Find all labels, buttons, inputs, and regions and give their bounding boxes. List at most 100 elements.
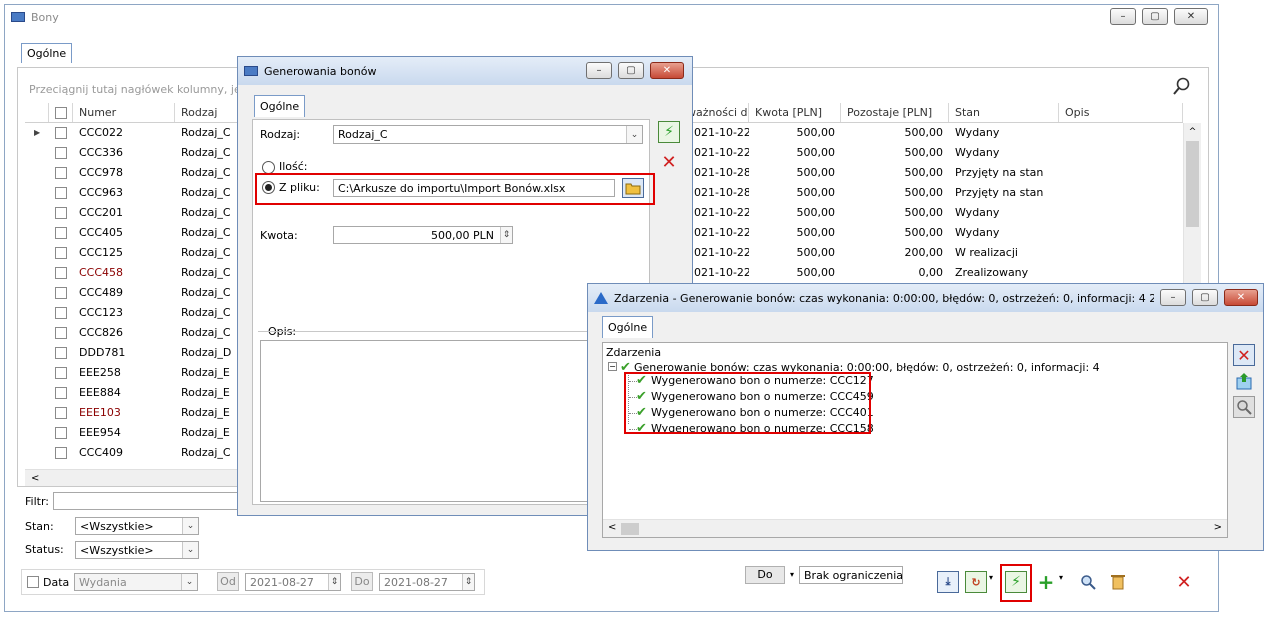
row-checkbox-cell[interactable] xyxy=(49,163,73,183)
minimize-button[interactable]: – xyxy=(1160,289,1186,306)
row-checkbox-cell[interactable] xyxy=(49,343,73,363)
od-date[interactable]: 2021-08-27 ⇕ xyxy=(245,573,341,591)
search-icon[interactable] xyxy=(1077,571,1099,593)
row-checkbox-cell[interactable] xyxy=(49,443,73,463)
export-icon[interactable] xyxy=(1233,370,1255,392)
opis-textarea[interactable] xyxy=(260,340,642,502)
row-checkbox-cell[interactable] xyxy=(49,363,73,383)
chevron-down-icon[interactable]: ⌄ xyxy=(182,542,198,558)
dropdown-arrow[interactable]: ▾ xyxy=(1059,573,1063,582)
table-row[interactable]: CCC963 Rodzaj_C xyxy=(25,183,243,203)
select-all-checkbox[interactable] xyxy=(55,106,67,119)
column-waznosci[interactable]: ważności do xyxy=(687,103,749,122)
row-checkbox[interactable] xyxy=(55,187,67,199)
search-icon[interactable] xyxy=(1173,77,1191,95)
tab-ogolne[interactable]: Ogólne xyxy=(254,95,306,117)
tab-ogolne[interactable]: Ogólne xyxy=(602,316,654,338)
scroll-left-arrow[interactable]: < xyxy=(608,522,616,533)
stepper-icon[interactable]: ⇕ xyxy=(328,574,340,590)
row-checkbox-cell[interactable] xyxy=(49,323,73,343)
table-row[interactable]: CCC489 Rodzaj_C xyxy=(25,283,243,303)
table-row[interactable]: 2021-10-22 500,00 500,00 Wydany xyxy=(687,203,1183,223)
table-row[interactable]: 2021-10-22 500,00 500,00 Wydany xyxy=(687,143,1183,163)
maximize-button[interactable]: ▢ xyxy=(618,62,644,79)
minimize-button[interactable]: – xyxy=(586,62,612,79)
data-checkbox[interactable] xyxy=(27,576,39,588)
row-checkbox[interactable] xyxy=(55,207,67,219)
scroll-thumb[interactable] xyxy=(1186,141,1199,227)
row-checkbox-cell[interactable] xyxy=(49,203,73,223)
chevron-down-icon[interactable]: ⌄ xyxy=(626,126,642,143)
table-row[interactable]: 2021-10-22 500,00 200,00 W realizacji xyxy=(687,243,1183,263)
column-stan[interactable]: Stan xyxy=(949,103,1059,122)
table-row[interactable]: 2021-10-22 500,00 500,00 Wydany xyxy=(687,223,1183,243)
maximize-button[interactable]: ▢ xyxy=(1192,289,1218,306)
table-row[interactable]: EEE103 Rodzaj_E xyxy=(25,403,243,423)
dropdown-arrow[interactable]: ▾ xyxy=(989,573,993,582)
filter-input[interactable] xyxy=(53,492,243,510)
stepper-icon[interactable]: ⇕ xyxy=(462,574,474,590)
table-row[interactable]: EEE258 Rodzaj_E xyxy=(25,363,243,383)
row-checkbox[interactable] xyxy=(55,427,67,439)
table-row[interactable]: CCC978 Rodzaj_C xyxy=(25,163,243,183)
close-button[interactable]: ✕ xyxy=(650,62,684,79)
kwota-input[interactable]: 500,00 PLN ⇕ xyxy=(333,226,513,244)
header-select-all[interactable] xyxy=(49,103,73,122)
table-row[interactable]: 2021-10-22 500,00 500,00 Wydany xyxy=(687,123,1183,143)
close-button[interactable]: ✕ xyxy=(1174,8,1208,25)
row-checkbox-cell[interactable] xyxy=(49,223,73,243)
maximize-button[interactable]: ▢ xyxy=(1142,8,1168,25)
tree-collapse-icon[interactable]: − xyxy=(608,362,617,371)
close-button[interactable]: ✕ xyxy=(1224,289,1258,306)
row-checkbox[interactable] xyxy=(55,447,67,459)
rodzaj-select[interactable]: Rodzaj_C ⌄ xyxy=(333,125,643,144)
row-checkbox[interactable] xyxy=(55,387,67,399)
row-checkbox[interactable] xyxy=(55,267,67,279)
search-icon[interactable] xyxy=(1233,396,1255,418)
table-row[interactable]: DDD781 Rodzaj_D xyxy=(25,343,243,363)
table-row[interactable]: 2021-10-28 500,00 500,00 Przyjęty na stan xyxy=(687,183,1183,203)
scroll-left-arrow[interactable]: < xyxy=(25,473,39,484)
row-checkbox-cell[interactable] xyxy=(49,263,73,283)
do2-dropdown[interactable]: ▾ xyxy=(787,567,797,583)
do2-button[interactable]: Do xyxy=(745,566,785,584)
close-icon[interactable]: ✕ xyxy=(658,151,680,173)
table-row[interactable]: EEE954 Rodzaj_E xyxy=(25,423,243,443)
column-pozostaje[interactable]: Pozostaje [PLN] xyxy=(841,103,949,122)
row-checkbox[interactable] xyxy=(55,227,67,239)
table-row[interactable]: 2021-10-28 500,00 500,00 Przyjęty na stan xyxy=(687,163,1183,183)
refresh-icon[interactable]: ↻ xyxy=(965,571,987,593)
generate-icon[interactable]: ⚡ xyxy=(658,121,680,143)
row-checkbox-cell[interactable] xyxy=(49,183,73,203)
row-checkbox[interactable] xyxy=(55,127,67,139)
scroll-thumb[interactable] xyxy=(621,523,639,535)
do2-input[interactable]: Brak ograniczenia xyxy=(799,566,903,584)
do-date[interactable]: 2021-08-27 ⇕ xyxy=(379,573,475,591)
close-icon[interactable]: ✕ xyxy=(1173,571,1195,593)
row-checkbox[interactable] xyxy=(55,307,67,319)
row-checkbox[interactable] xyxy=(55,327,67,339)
row-checkbox-cell[interactable] xyxy=(49,143,73,163)
row-checkbox[interactable] xyxy=(55,167,67,179)
row-checkbox-cell[interactable] xyxy=(49,283,73,303)
row-checkbox-cell[interactable] xyxy=(49,423,73,443)
row-checkbox-cell[interactable] xyxy=(49,243,73,263)
table-row[interactable]: CCC201 Rodzaj_C xyxy=(25,203,243,223)
data-type-select[interactable]: Wydania ⌄ xyxy=(74,573,198,591)
column-opis[interactable]: Opis xyxy=(1059,103,1183,122)
row-checkbox-cell[interactable] xyxy=(49,403,73,423)
table-row[interactable]: ▶ CCC022 Rodzaj_C xyxy=(25,123,243,143)
column-kwota[interactable]: Kwota [PLN] xyxy=(749,103,841,122)
table-row[interactable]: CCC336 Rodzaj_C xyxy=(25,143,243,163)
delete-icon[interactable]: ✕ xyxy=(1233,344,1255,366)
table-row[interactable]: CCC826 Rodzaj_C xyxy=(25,323,243,343)
column-rodzaj[interactable]: Rodzaj xyxy=(175,103,243,122)
events-hscrollbar[interactable]: < > xyxy=(603,519,1227,537)
row-checkbox-cell[interactable] xyxy=(49,123,73,143)
row-checkbox[interactable] xyxy=(55,287,67,299)
row-checkbox[interactable] xyxy=(55,147,67,159)
table-row[interactable]: CCC405 Rodzaj_C xyxy=(25,223,243,243)
table-row[interactable]: 2021-10-22 500,00 0,00 Zrealizowany xyxy=(687,263,1183,283)
column-numer[interactable]: Numer xyxy=(73,103,175,122)
status-select[interactable]: <Wszystkie> ⌄ xyxy=(75,541,199,559)
